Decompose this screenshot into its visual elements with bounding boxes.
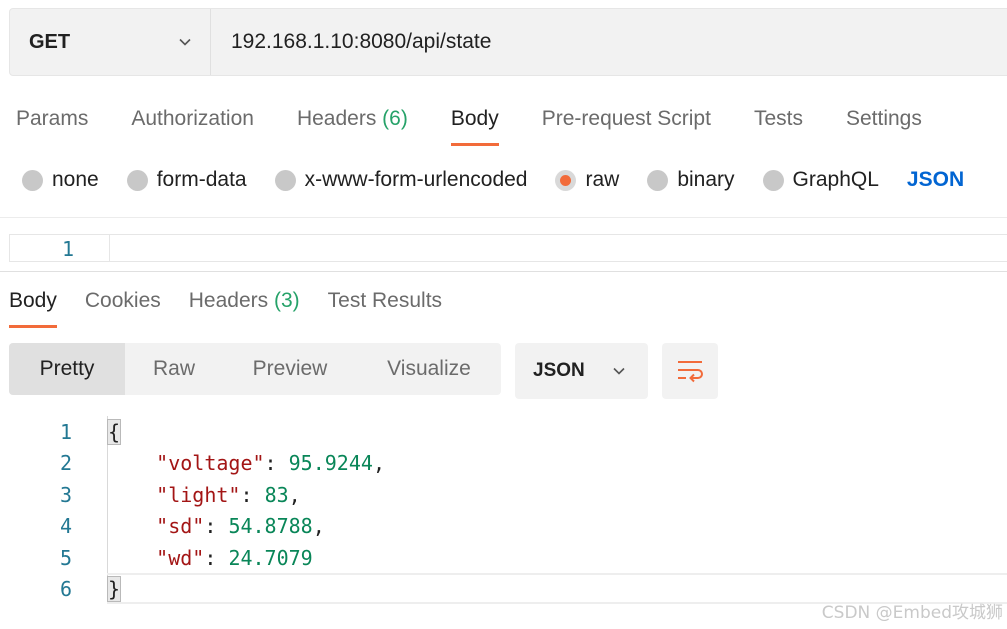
tab-tests[interactable]: Tests [754, 100, 803, 146]
line-number: 2 [59, 451, 72, 476]
radio-none[interactable]: none [22, 168, 99, 192]
radio-x-www-form-urlencoded[interactable]: x-www-form-urlencoded [274, 168, 528, 192]
json-key: "voltage" [156, 451, 265, 476]
body-type-options: none form-data x-www-form-urlencoded raw… [22, 168, 964, 192]
close-brace: } [106, 576, 122, 603]
chevron-down-icon [613, 367, 625, 375]
tab-label: Authorization [131, 107, 254, 130]
radio-graphql[interactable]: GraphQL [762, 168, 879, 192]
request-body-editor[interactable]: 1 [9, 234, 1007, 262]
response-tab-cookies[interactable]: Cookies [85, 282, 161, 328]
response-tab-body[interactable]: Body [9, 282, 57, 328]
response-tab-test-results[interactable]: Test Results [328, 282, 442, 328]
code-line: 3 "light": 83, [0, 479, 1007, 511]
radio-label: form-data [156, 168, 247, 191]
radio-label: GraphQL [792, 168, 879, 191]
line-number: 1 [10, 235, 110, 261]
radio-icon [762, 169, 784, 191]
view-preview-button[interactable]: Preview [223, 343, 357, 395]
tab-label: Params [16, 107, 89, 130]
tab-label: Headers [188, 289, 269, 312]
tab-settings[interactable]: Settings [846, 100, 922, 146]
radio-label: x-www-form-urlencoded [304, 168, 528, 191]
tab-authorization[interactable]: Authorization [131, 100, 254, 146]
wrap-lines-button[interactable] [662, 343, 718, 399]
json-value: 54.8788 [228, 514, 313, 539]
json-key: "light" [156, 482, 241, 507]
line-number: 6 [59, 577, 72, 602]
chevron-down-icon [179, 38, 191, 46]
json-key: "wd" [156, 545, 205, 570]
response-tabs: Body Cookies Headers (3) Test Results [9, 282, 470, 330]
radio-form-data[interactable]: form-data [126, 168, 247, 192]
response-headers-count: (3) [273, 289, 300, 312]
json-value: 83 [264, 482, 289, 507]
json-key: "sd" [156, 514, 205, 539]
url-input[interactable]: 192.168.1.10:8080/api/state [211, 9, 1007, 75]
line-number: 5 [59, 545, 72, 570]
format-label: JSON [533, 360, 585, 381]
tab-label: Tests [753, 107, 803, 130]
divider [0, 217, 1007, 218]
tab-label: Body [9, 289, 57, 312]
radio-label: binary [677, 168, 735, 191]
response-format-select[interactable]: JSON [515, 343, 648, 399]
code-line: 2 "voltage": 95.9244, [0, 448, 1007, 480]
tab-headers[interactable]: Headers (6) [297, 100, 408, 146]
tab-label: Body [450, 107, 499, 130]
request-tabs: Params Authorization Headers (6) Body Pr… [16, 100, 965, 150]
code-line: 4 "sd": 54.8788, [0, 511, 1007, 543]
radio-icon [126, 169, 148, 191]
view-pretty-button[interactable]: Pretty [9, 343, 125, 395]
open-brace: { [106, 418, 122, 445]
view-visualize-button[interactable]: Visualize [357, 343, 501, 395]
tab-pre-request-script[interactable]: Pre-request Script [542, 100, 711, 146]
radio-label: raw [585, 168, 620, 191]
json-value: 24.7079 [228, 545, 313, 570]
view-mode-group: Pretty Raw Preview Visualize [9, 343, 501, 395]
tab-label: Settings [845, 107, 922, 130]
radio-binary[interactable]: binary [647, 168, 735, 192]
tab-body[interactable]: Body [450, 100, 499, 146]
radio-checked-icon [555, 169, 577, 191]
tab-label: Cookies [84, 289, 161, 312]
divider [0, 271, 1007, 272]
headers-count: (6) [382, 107, 408, 130]
method-select[interactable]: GET [10, 9, 211, 75]
tab-label: Pre-request Script [541, 107, 711, 130]
line-number: 3 [59, 482, 72, 507]
response-body-code[interactable]: 1 { 2 "voltage": 95.9244, 3 "light": 83,… [0, 416, 1007, 605]
code-line: 1 { [0, 416, 1007, 448]
request-bar: GET 192.168.1.10:8080/api/state [9, 8, 1007, 76]
radio-icon [22, 169, 43, 191]
radio-icon [647, 169, 669, 191]
tab-params[interactable]: Params [16, 100, 88, 146]
json-value: 95.9244 [288, 451, 373, 476]
radio-label: none [52, 168, 99, 191]
line-number: 4 [59, 514, 72, 539]
radio-icon [274, 169, 296, 191]
raw-format-dropdown[interactable]: JSON [907, 168, 964, 192]
code-line: 5 "wd": 24.7079 [0, 542, 1007, 574]
view-raw-button[interactable]: Raw [125, 343, 223, 395]
response-tab-headers[interactable]: Headers (3) [189, 282, 300, 328]
line-number: 1 [59, 419, 72, 444]
tab-label: Test Results [327, 289, 443, 312]
wrap-lines-icon [678, 361, 703, 383]
watermark: CSDN @Embed攻城狮 [821, 603, 1003, 623]
tab-label: Headers [296, 107, 377, 130]
method-label: GET [29, 30, 71, 53]
radio-raw[interactable]: raw [555, 168, 619, 192]
